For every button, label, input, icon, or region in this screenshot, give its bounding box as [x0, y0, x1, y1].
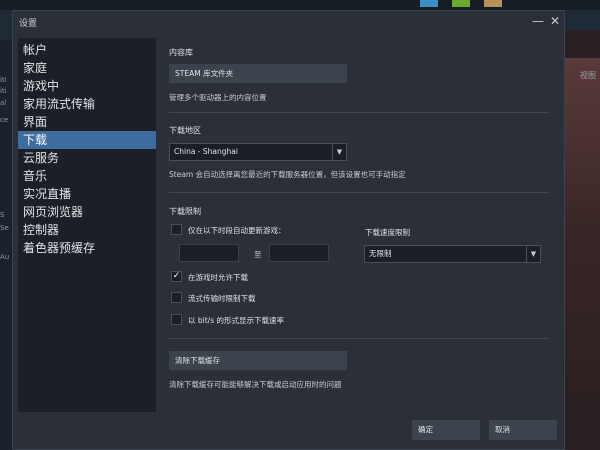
- close-icon[interactable]: ✕: [548, 13, 562, 29]
- sidebar-item-web-browser[interactable]: 网页浏览器: [18, 203, 156, 221]
- minimize-icon[interactable]: —: [531, 13, 545, 29]
- allow-during-game-checkbox[interactable]: ✓: [171, 271, 182, 282]
- throttle-streaming-label: 流式传输时限制下载: [188, 294, 256, 303]
- background-fragment: iti: [0, 87, 7, 95]
- clear-download-cache-button[interactable]: 清除下载缓存: [169, 351, 347, 370]
- download-region-value: China - Shanghai: [174, 147, 238, 156]
- cancel-button[interactable]: 取消: [489, 420, 557, 440]
- sidebar-item-shader-cache[interactable]: 着色器预缓存: [18, 239, 156, 257]
- background-tile: [484, 0, 502, 7]
- steam-library-folders-button[interactable]: STEAM 库文件夹: [169, 64, 347, 83]
- download-region-select[interactable]: China - Shanghai ▼: [169, 143, 347, 161]
- show-bits-label: 以 bit/s 的形式显示下载速率: [188, 316, 284, 325]
- sidebar-item-music[interactable]: 音乐: [18, 167, 156, 185]
- window-title: 设置: [19, 19, 38, 29]
- background-top-bar: [0, 0, 600, 10]
- background-image: [565, 58, 600, 398]
- section-divider: [169, 112, 549, 113]
- background-fragment: Au: [0, 253, 10, 261]
- section-divider: [169, 338, 549, 339]
- downloads-panel: 内容库 STEAM 库文件夹 管理多个驱动器上的内容位置 下载地区 China …: [156, 33, 556, 413]
- sidebar-item-broadcasting[interactable]: 实况直播: [18, 185, 156, 203]
- throttle-streaming-checkbox[interactable]: [171, 292, 182, 303]
- sidebar-item-controller[interactable]: 控制器: [18, 221, 156, 239]
- background-fragment: iti: [0, 76, 7, 84]
- background-tile: [452, 0, 470, 7]
- settings-sidebar: 帐户 家庭 游戏中 家用流式传输 界面 下载 云服务 音乐 实况直播 网页浏览器…: [18, 38, 156, 412]
- background-tile: [420, 0, 438, 7]
- download-speed-limit-select[interactable]: 无限制 ▼: [364, 245, 541, 263]
- title-bar[interactable]: 设置 — ✕: [13, 11, 566, 33]
- background-fragment: S: [0, 211, 5, 219]
- show-bits-checkbox[interactable]: [171, 314, 182, 325]
- cache-description: 清除下载缓存可能能够解决下载或启动应用时的问题: [169, 380, 342, 389]
- allow-during-game-label: 在游戏时允许下载: [188, 273, 248, 282]
- background-view-label: 视图: [580, 71, 596, 80]
- sidebar-item-downloads[interactable]: 下载: [18, 131, 156, 149]
- region-description: Steam 会自动选择离您最近的下载服务器位置，但该设置也可手动指定: [169, 170, 406, 179]
- settings-dialog: 设置 — ✕ 帐户 家庭 游戏中 家用流式传输 界面 下载 云服务 音乐 实况直…: [12, 10, 565, 450]
- limits-section-title: 下载限制: [169, 207, 201, 216]
- chevron-down-icon: ▼: [526, 246, 540, 262]
- background-right-panel: 视图: [565, 30, 600, 450]
- schedule-end-time-input[interactable]: [269, 244, 329, 262]
- sidebar-item-family[interactable]: 家庭: [18, 59, 156, 77]
- sidebar-item-in-game[interactable]: 游戏中: [18, 77, 156, 95]
- sidebar-item-interface[interactable]: 界面: [18, 113, 156, 131]
- download-speed-limit-value: 无限制: [369, 249, 392, 258]
- sidebar-item-cloud[interactable]: 云服务: [18, 149, 156, 167]
- sidebar-item-remote-play[interactable]: 家用流式传输: [18, 95, 156, 113]
- background-fragment: al: [0, 99, 7, 107]
- to-label: 至: [254, 250, 262, 259]
- chevron-down-icon: ▼: [332, 144, 346, 160]
- background-fragment: ce: [0, 116, 9, 124]
- schedule-start-time-input[interactable]: [179, 244, 239, 262]
- background-left-panel: iti iti al ce S Se Au: [0, 40, 12, 450]
- section-divider: [169, 192, 549, 193]
- schedule-label: 仅在以下时段自动更新游戏：: [188, 226, 286, 235]
- ok-button[interactable]: 确定: [412, 420, 480, 440]
- library-description: 管理多个驱动器上的内容位置: [169, 93, 267, 102]
- region-section-title: 下载地区: [169, 126, 201, 135]
- schedule-checkbox[interactable]: [171, 224, 182, 235]
- sidebar-item-account[interactable]: 帐户: [18, 41, 156, 59]
- library-section-title: 内容库: [169, 48, 193, 57]
- background-fragment: Se: [0, 224, 9, 232]
- speed-limit-title: 下载速度限制: [365, 228, 410, 237]
